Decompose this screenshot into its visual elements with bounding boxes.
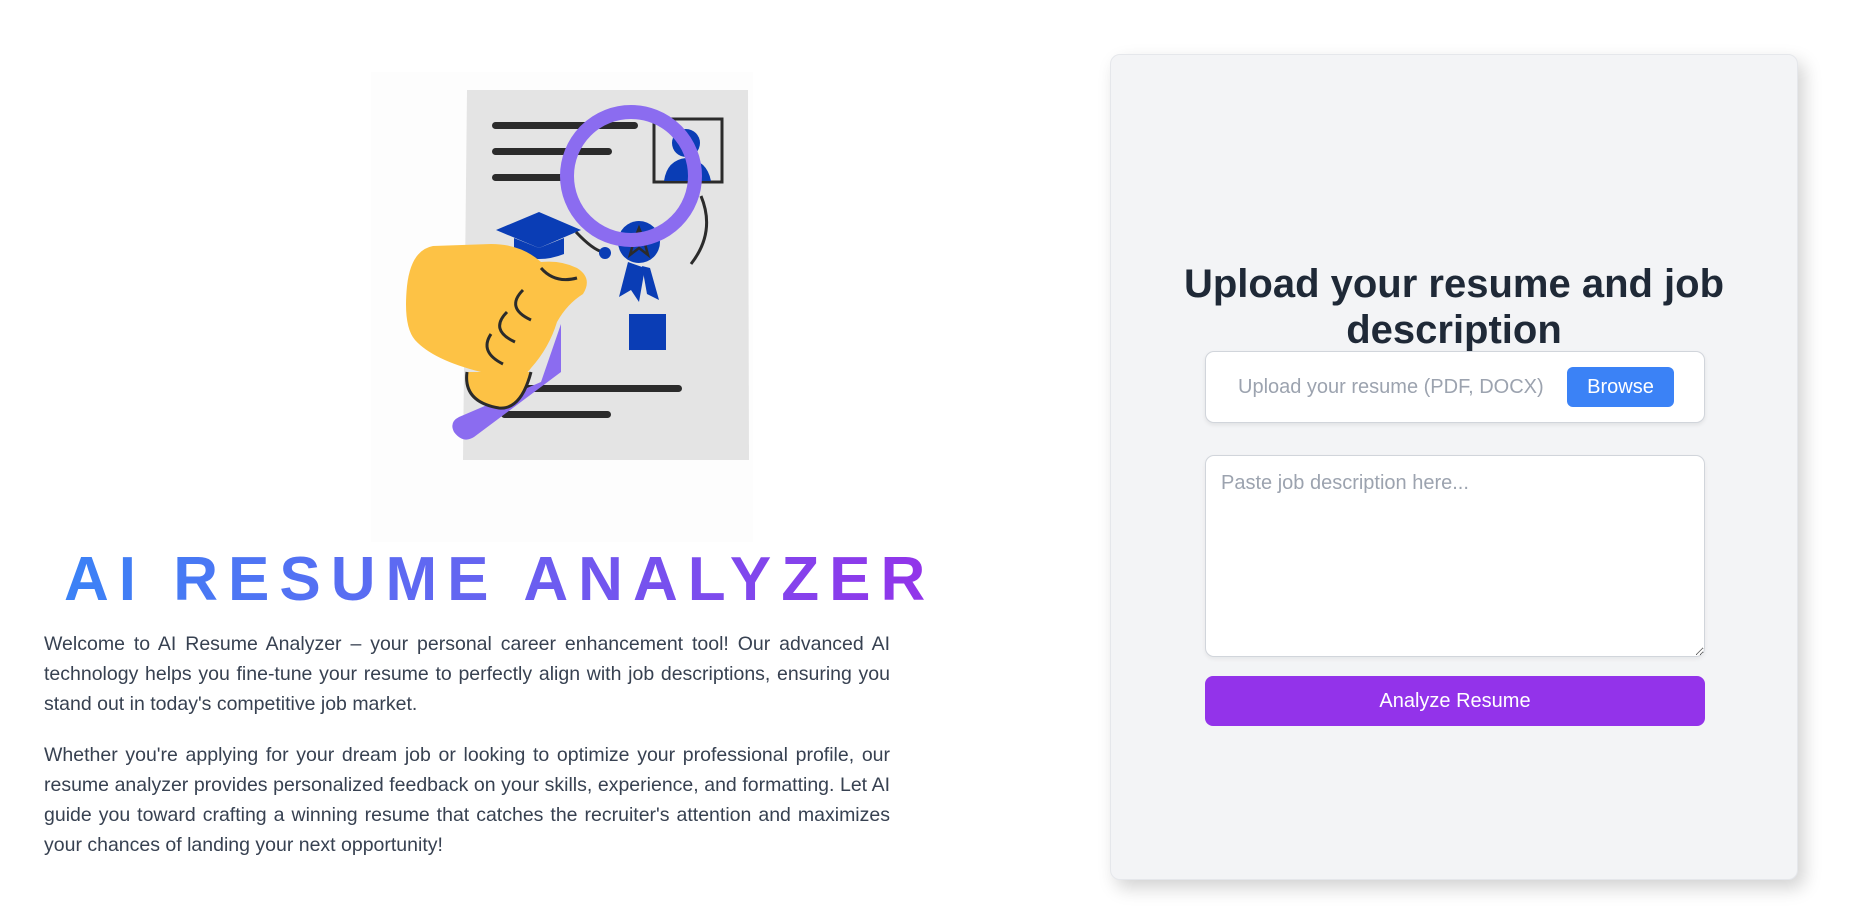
intro-paragraph-welcome: Welcome to AI Resume Analyzer – your per… xyxy=(44,633,890,715)
page: AI RESUME ANALYZER Welcome to AI Resume … xyxy=(0,0,1867,911)
intro-text: Welcome to AI Resume Analyzer – your per… xyxy=(44,629,890,881)
job-description-input[interactable] xyxy=(1205,455,1705,657)
app-title: AI RESUME ANALYZER xyxy=(64,545,936,614)
intro-section: AI RESUME ANALYZER Welcome to AI Resume … xyxy=(44,0,925,911)
upload-card: Upload your resume and job description U… xyxy=(1110,54,1798,880)
browse-button[interactable]: Browse xyxy=(1567,367,1674,407)
intro-paragraph-details: Whether you're applying for your dream j… xyxy=(44,744,890,856)
upload-card-title: Upload your resume and job description xyxy=(1183,262,1725,352)
analyze-resume-button[interactable]: Analyze Resume xyxy=(1205,676,1705,726)
resume-upload-placeholder: Upload your resume (PDF, DOCX) xyxy=(1238,376,1544,398)
resume-magnifier-illustration xyxy=(371,72,753,542)
resume-upload-field[interactable]: Upload your resume (PDF, DOCX) Browse xyxy=(1205,351,1705,423)
